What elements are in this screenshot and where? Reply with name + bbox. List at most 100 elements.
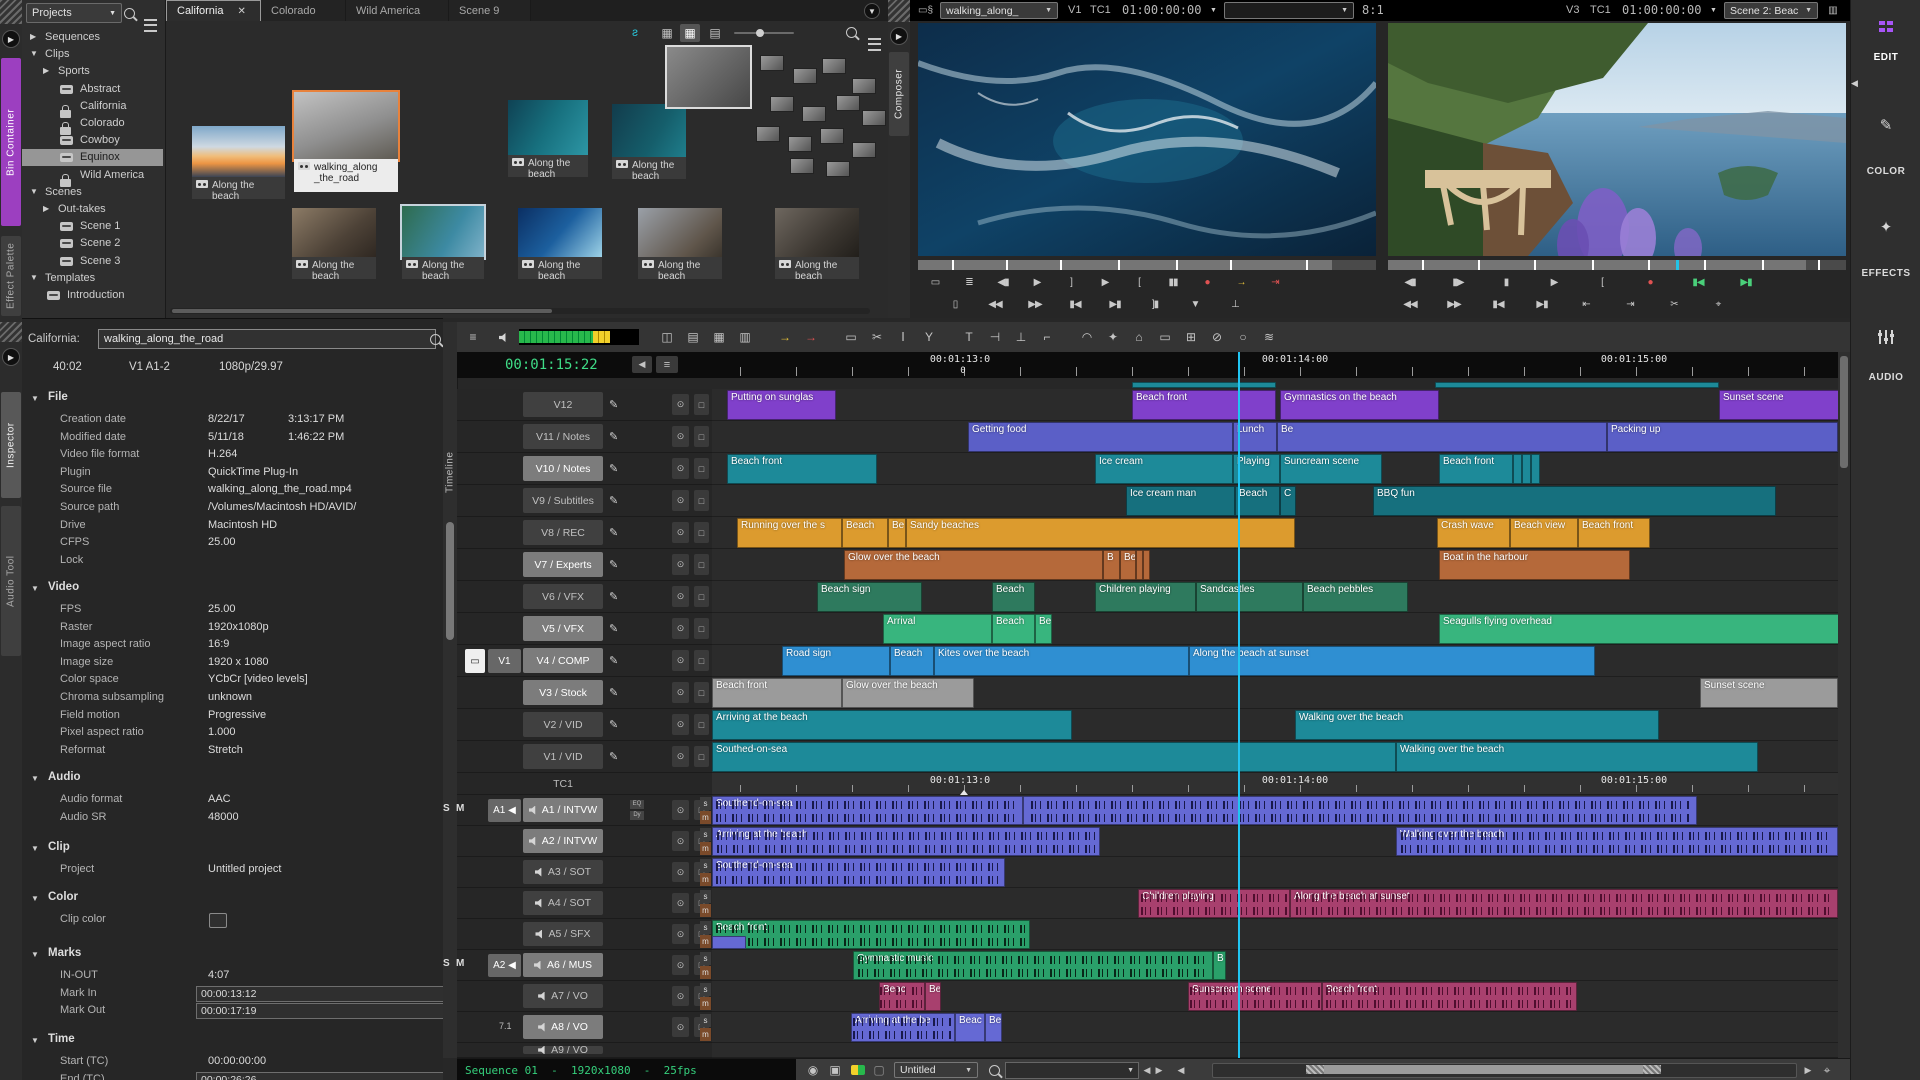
transport-button-icon[interactable]: ] <box>1056 274 1086 290</box>
audio-workspace-icon[interactable] <box>1851 330 1920 344</box>
transport-button-icon[interactable]: ◀▮ <box>988 274 1018 290</box>
top-ruler-ticks[interactable]: 00:01:13:0000:01:14:0000:01:15:00 <box>712 352 1838 378</box>
transport-button-icon[interactable]: ▮▶ <box>1443 274 1473 290</box>
end-tc--input[interactable] <box>196 1072 444 1080</box>
transport-button-icon[interactable]: ◀◀ <box>980 296 1010 312</box>
bin-clip-card[interactable]: Along the beach <box>612 104 686 179</box>
transport-button-icon[interactable]: ✂ <box>1659 296 1689 312</box>
bin-mini-thumbnail[interactable] <box>862 110 886 126</box>
sidebar-collapse-icon[interactable]: ◀ <box>1851 78 1858 89</box>
cut-icon[interactable]: ✂ <box>867 328 887 346</box>
transport-button-icon[interactable]: ▮▮ <box>1158 274 1188 290</box>
sidebar-item-audio[interactable]: AUDIO <box>1851 372 1920 383</box>
transport-button-icon[interactable]: ≣ <box>954 274 984 290</box>
record-timecode[interactable]: 01:00:00:00 <box>1622 3 1701 17</box>
align-left-icon[interactable]: ⊣ <box>985 328 1005 346</box>
transport-button-icon[interactable]: ▶▮ <box>1100 296 1130 312</box>
record-position-bar[interactable] <box>1388 260 1846 270</box>
list-icon[interactable]: ▥ <box>735 328 755 346</box>
sidebar-item-color[interactable]: COLOR <box>1851 166 1920 177</box>
bin-clip-card[interactable] <box>667 47 750 107</box>
clip-color-checkbox[interactable] <box>209 913 227 928</box>
transport-button-icon[interactable]: → <box>1226 274 1256 290</box>
bin-mini-thumbnail[interactable] <box>788 136 812 152</box>
transport-button-icon[interactable]: ⊥ <box>1220 296 1250 312</box>
transport-button-icon[interactable]: ▼ <box>1180 296 1210 312</box>
transport-button-icon[interactable]: ◀▮ <box>1395 274 1425 290</box>
bin-mini-thumbnail[interactable] <box>756 126 780 142</box>
source-empty-dropdown[interactable]: ▼ <box>1224 2 1354 19</box>
transport-button-icon[interactable]: ⇥ <box>1260 274 1290 290</box>
transport-play-icon[interactable]: ▶ <box>1022 274 1052 290</box>
section-collapse-icon[interactable]: ▼ <box>31 394 39 403</box>
filmstrip-icon[interactable]: ▥ <box>1824 4 1842 17</box>
disable-icon[interactable]: ⊘ <box>1207 328 1227 346</box>
color-workspace-icon[interactable]: ✎ <box>1851 116 1920 134</box>
add-edit-icon[interactable]: ⊞ <box>1181 328 1201 346</box>
render-icon[interactable]: ≋ <box>1259 328 1279 346</box>
timeline-horizontal-scrollbar[interactable] <box>1212 1063 1797 1078</box>
mark-out-input[interactable] <box>196 1003 444 1019</box>
section-collapse-icon[interactable]: ▼ <box>31 584 39 593</box>
lift-icon[interactable]: ▭ <box>841 328 861 346</box>
transport-button-icon[interactable]: ▮ <box>1491 274 1521 290</box>
overwrite-icon[interactable]: → <box>801 328 821 346</box>
transport-button-icon[interactable]: ▶▮ <box>1527 296 1557 312</box>
section-collapse-icon[interactable]: ▼ <box>31 950 39 959</box>
scroll-right-icon[interactable]: ▶ <box>1802 1063 1814 1077</box>
transport-button-icon[interactable]: ▭ <box>920 274 950 290</box>
video-quality-toggle-icon[interactable] <box>851 1065 865 1075</box>
keyframe-icon[interactable]: ✦ <box>1103 328 1123 346</box>
grid-icon[interactable]: ▦ <box>709 328 729 346</box>
preset-dropdown[interactable]: Untitled▼ <box>894 1062 978 1078</box>
timeline-view-menu-button[interactable]: ≡ <box>656 356 678 373</box>
transport-button-icon[interactable]: ▶▶ <box>1020 296 1050 312</box>
timeline-search-icon[interactable] <box>989 1065 1000 1076</box>
bin-mini-thumbnail[interactable] <box>770 96 794 112</box>
bin-mini-thumbnail[interactable] <box>852 78 876 94</box>
transport-button-icon[interactable]: [ <box>1124 274 1154 290</box>
bin-mini-thumbnail[interactable] <box>836 95 860 111</box>
bin-mini-thumbnail[interactable] <box>790 158 814 174</box>
circle-icon[interactable]: ○ <box>1233 328 1253 346</box>
transport-button-icon[interactable]: ▶▮ <box>1731 274 1761 290</box>
timeline-master-timecode[interactable]: 00:01:15:22 <box>505 357 598 373</box>
transport-button-icon[interactable]: ◀◀ <box>1395 296 1425 312</box>
transport-button-icon[interactable]: ▶▶ <box>1439 296 1469 312</box>
transport-button-icon[interactable]: ⇤ <box>1571 296 1601 312</box>
sidebar-item-effects[interactable]: EFFECTS <box>1851 268 1920 279</box>
dual-monitor-icon[interactable]: ▣ <box>827 1062 843 1078</box>
source-timecode[interactable]: 01:00:00:00 <box>1122 3 1201 17</box>
timeline-search-input[interactable]: ▼ <box>1005 1062 1139 1079</box>
splice-in-icon[interactable]: → <box>775 328 795 346</box>
timeline-speaker-icon[interactable] <box>499 333 508 342</box>
transport-button-icon[interactable]: ▮◀ <box>1483 296 1513 312</box>
record-scene-dropdown[interactable]: Scene 2: Beac▼ <box>1724 2 1818 19</box>
text-tool-icon[interactable]: T <box>959 328 979 346</box>
source-tc-dropdown-icon[interactable]: ▼ <box>1210 7 1217 14</box>
section-collapse-icon[interactable]: ▼ <box>31 894 39 903</box>
match-frame-icon[interactable]: Y <box>919 328 939 346</box>
bin-mini-thumbnail[interactable] <box>760 55 784 71</box>
rect-icon[interactable]: ▭ <box>1155 328 1175 346</box>
clip-gang-icon[interactable]: ▭§ <box>918 5 933 16</box>
timeline-rail-scrollbar[interactable] <box>446 522 454 640</box>
transport-record-icon[interactable]: ● <box>1635 274 1665 290</box>
source-position-bar[interactable] <box>918 260 1376 270</box>
transport-record-icon[interactable]: ● <box>1192 274 1222 290</box>
bin-clip-card[interactable]: Along the beach <box>518 208 602 279</box>
section-collapse-icon[interactable]: ▼ <box>31 844 39 853</box>
transport-button-icon[interactable]: [ <box>1587 274 1617 290</box>
corner-icon[interactable]: ⌐ <box>1037 328 1057 346</box>
mark-in-input[interactable] <box>196 986 444 1002</box>
composer-drag-handle[interactable] <box>888 0 910 22</box>
composer-tab[interactable]: Composer <box>889 52 909 136</box>
scroll-left-icon[interactable]: ◀ <box>1175 1063 1187 1077</box>
curve-icon[interactable]: ◠ <box>1077 328 1097 346</box>
center-playhead-icon[interactable]: ◉ <box>805 1062 821 1078</box>
search-next-icon[interactable]: ▶ <box>1153 1063 1165 1077</box>
bin-clip-card[interactable]: Along the beach <box>775 208 859 279</box>
locator-icon[interactable]: ⌖ <box>1819 1062 1835 1078</box>
section-collapse-icon[interactable]: ▼ <box>31 774 39 783</box>
bin-mini-thumbnail[interactable] <box>822 58 846 74</box>
